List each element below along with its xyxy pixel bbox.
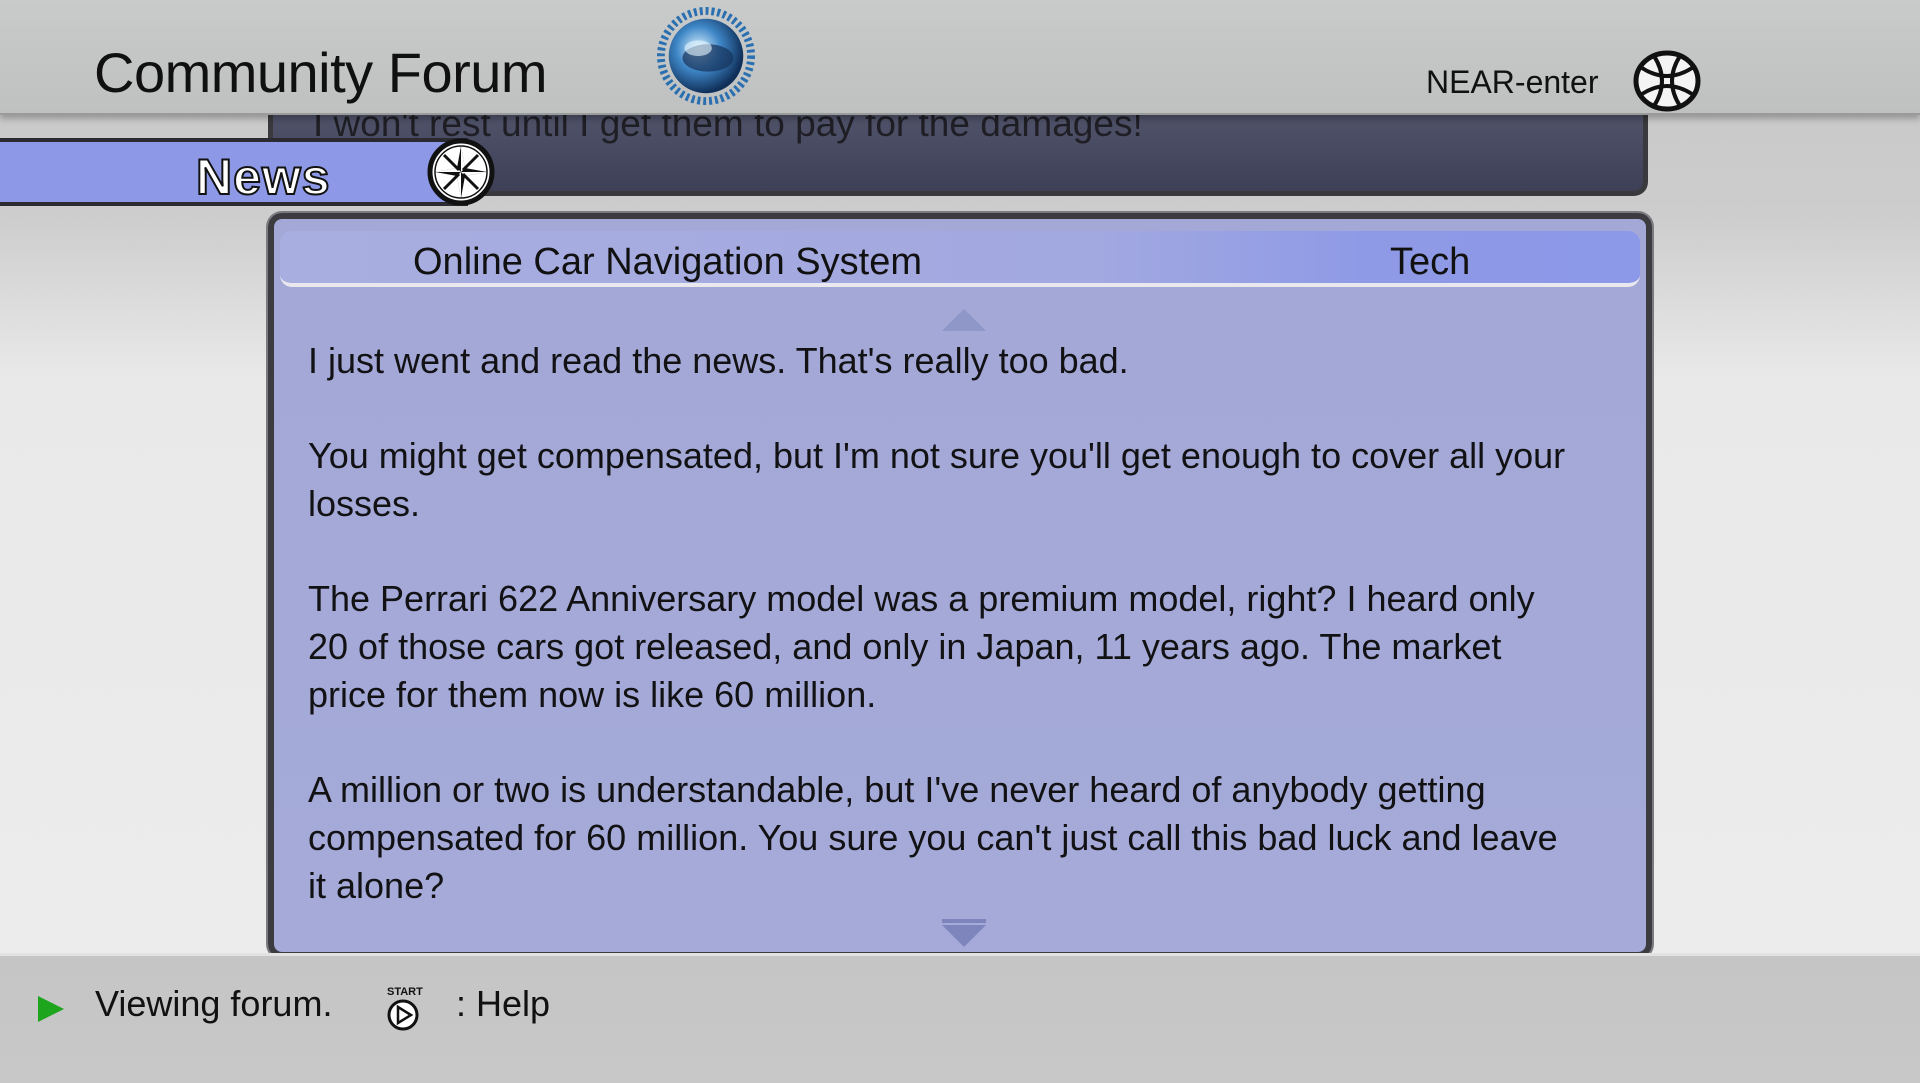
post-paragraph: A million or two is understandable, but … [308, 769, 1558, 906]
header-bar: Community Forum NEAR-enter [0, 0, 1920, 115]
post-paragraph: I just went and read the news. That's re… [308, 340, 1129, 381]
compass-icon [427, 138, 495, 206]
globe-wireframe-icon[interactable] [1632, 50, 1702, 112]
tab-news-label: News [195, 148, 331, 206]
scroll-down-bar [942, 919, 986, 923]
scroll-down-arrow-icon[interactable] [942, 925, 986, 947]
near-enter-label: NEAR-enter [1426, 64, 1599, 100]
forum-post: Online Car Navigation System Tech I just… [268, 213, 1652, 958]
play-icon [38, 996, 64, 1022]
post-category: Tech [1390, 241, 1471, 283]
post-title: Online Car Navigation System [413, 241, 922, 283]
status-bar: Viewing forum. START : Help [0, 953, 1920, 1083]
scroll-up-arrow-icon[interactable] [942, 309, 986, 331]
spinning-globe-icon [657, 7, 755, 105]
help-label: : Help [456, 983, 551, 1024]
post-header: Online Car Navigation System Tech [280, 231, 1640, 287]
post-paragraph: You might get compensated, but I'm not s… [308, 435, 1566, 524]
post-body: I just went and read the news. That's re… [308, 337, 1568, 957]
status-text: Viewing forum. [95, 983, 333, 1024]
start-label: START [387, 986, 423, 998]
start-button-icon: START [387, 986, 423, 1031]
post-paragraph: The Perrari 622 Anniversary model was a … [308, 578, 1535, 715]
tab-news[interactable]: News [0, 138, 468, 206]
page-title: Community Forum [94, 41, 548, 104]
